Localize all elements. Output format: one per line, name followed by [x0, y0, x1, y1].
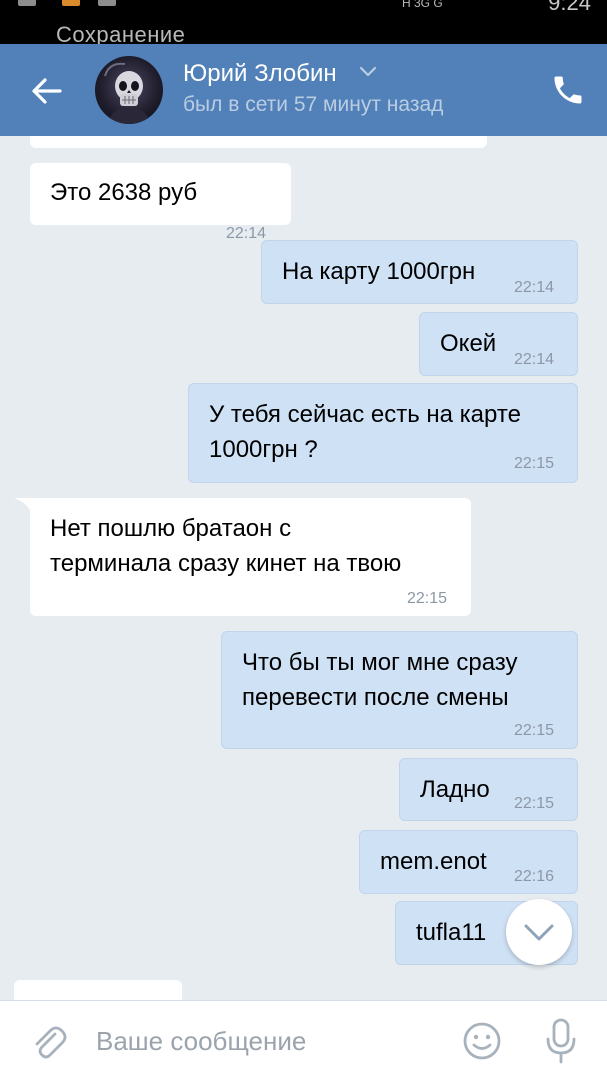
message-outgoing[interactable]: У тебя сейчас есть на карте 1000грн ? 22… [188, 383, 578, 483]
back-arrow-icon[interactable] [28, 72, 66, 110]
clock: 9:24 [548, 0, 591, 15]
message-text-line: Что бы ты мог мне сразу [242, 649, 518, 676]
message-time: 22:16 [514, 868, 555, 885]
message-time: 22:14 [514, 279, 555, 296]
message-text-line: перевести после смены [242, 684, 509, 711]
chevron-down-icon [524, 924, 554, 941]
status-bar: Сохранение H 3G G 9:24 [0, 0, 607, 44]
notification-icon [18, 0, 36, 6]
message-incoming[interactable]: Нет пошлю братаон с терминала сразу кине… [30, 498, 471, 616]
message-time: 22:14 [226, 225, 267, 242]
message-text: Окей [440, 330, 497, 357]
partial-message-top [30, 136, 487, 148]
message-outgoing[interactable]: Что бы ты мог мне сразу перевести после … [221, 631, 578, 749]
message-time: 22:15 [514, 795, 555, 812]
message-text-line: 1000грн ? [209, 436, 318, 463]
message-time: 22:14 [514, 351, 555, 368]
paperclip-icon[interactable] [28, 1021, 68, 1061]
message-list[interactable]: Это 2638 руб 22:14 На карту 1000грн 22:1… [0, 136, 607, 1000]
network-indicator: H 3G G [402, 0, 443, 10]
notification-icon [62, 0, 80, 6]
message-text: На карту 1000грн [282, 258, 476, 285]
contact-status: был в сети 57 минут назад [183, 93, 444, 116]
contact-name[interactable]: Юрий Злобин [183, 60, 337, 88]
smiley-icon[interactable] [462, 1021, 502, 1061]
notification-text: Сохранение [56, 22, 186, 44]
message-text: Ладно [420, 776, 490, 803]
skull-icon [104, 62, 151, 124]
message-outgoing[interactable]: mem.enot 22:16 [359, 830, 578, 894]
message-outgoing[interactable]: Ладно 22:15 [399, 758, 578, 821]
message-text: tufla11 [416, 919, 487, 946]
message-text-line: терминала сразу кинет на твою [50, 550, 402, 577]
message-time: 22:15 [514, 722, 555, 739]
message-incoming[interactable]: Это 2638 руб 22:14 [30, 163, 291, 242]
message-time: 22:15 [514, 455, 555, 472]
microphone-icon[interactable] [543, 1017, 579, 1065]
message-text: mem.enot [380, 848, 487, 875]
message-text-line: У тебя сейчас есть на карте [209, 401, 521, 428]
message-input[interactable] [96, 1019, 436, 1063]
phone-icon[interactable] [550, 72, 586, 108]
chat-header: Юрий Злобин был в сети 57 минут назад [0, 44, 607, 136]
notification-icon [98, 0, 116, 6]
message-text-line: Нет пошлю братаон с [50, 515, 292, 542]
message-outgoing[interactable]: На карту 1000грн 22:14 [261, 240, 578, 304]
partial-message-bottom [14, 980, 182, 1000]
message-text: Это 2638 руб [50, 179, 198, 206]
message-time: 22:15 [407, 590, 448, 607]
avatar[interactable] [95, 56, 163, 124]
scroll-down-button[interactable] [506, 899, 572, 965]
message-composer [0, 1000, 607, 1081]
message-outgoing[interactable]: Окей 22:14 [419, 312, 578, 376]
chevron-down-icon[interactable] [359, 66, 377, 78]
